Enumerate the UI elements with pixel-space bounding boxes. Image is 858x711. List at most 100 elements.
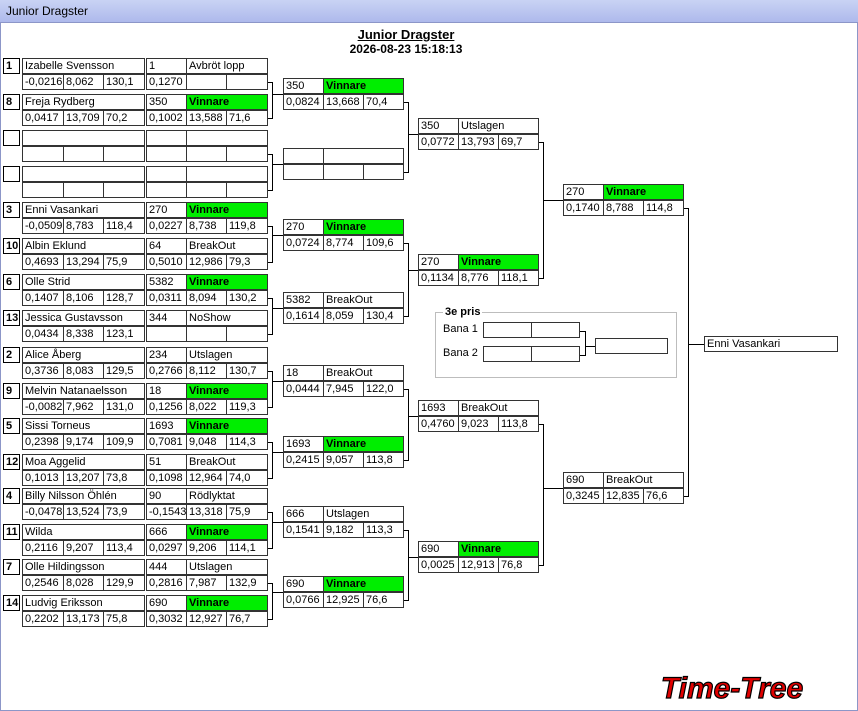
heat-result: Utslagen [323,506,404,522]
speed: 113,8 [363,452,404,468]
racer-name[interactable]: Enni Vasankari [22,202,145,218]
reaction-time: 0,1270 [146,74,187,90]
heat-result: Utslagen [186,347,268,363]
racer-name[interactable] [22,166,145,182]
reaction-time [146,146,187,162]
speed: 109,6 [363,235,404,251]
elapsed-time: 8,059 [323,308,364,324]
speed: 130,7 [226,363,268,379]
seed-number: 8 [3,94,20,110]
racer-name[interactable]: Wilda [22,524,145,540]
final-winner-name: Enni Vasankari [704,336,838,352]
dial-in: 51 [146,454,187,470]
speed: 132,9 [226,575,268,591]
elapsed-time: 9,048 [186,434,227,450]
speed: 128,7 [103,290,145,306]
racer-name[interactable]: Melvin Natanaelsson [22,383,145,399]
logo-text: Time-Tree [661,672,803,705]
elapsed-time [186,326,227,342]
time-tree-logo: Time-Tree [660,671,803,705]
racer-name[interactable] [22,130,145,146]
dial-in: 690 [146,595,187,611]
dial-in [283,148,324,164]
bracket-connector [408,134,418,135]
speed: 109,9 [103,434,145,450]
bracket-connector [543,200,563,201]
speed: 118,1 [498,270,539,286]
reaction-time [146,326,187,342]
dial-in: 350 [418,118,459,134]
bracket-connector [272,522,283,523]
speed: 76,6 [363,592,404,608]
reaction-time: 0,0772 [418,134,459,150]
speed: 130,1 [103,74,145,90]
racer-name[interactable]: Freja Rydberg [22,94,145,110]
reaction-time: 0,1740 [563,200,604,216]
elapsed-time: 12,964 [186,470,227,486]
elapsed-time: 12,913 [458,557,499,573]
speed: 79,3 [226,254,268,270]
dial-in: 18 [146,383,187,399]
page-title: Junior Dragster [357,27,455,42]
racer-name[interactable]: Sissi Torneus [22,418,145,434]
reaction-time: -0,0216 [22,74,64,90]
racer-name[interactable]: Billy Nilsson Öhlén [22,488,145,504]
speed [226,182,268,198]
reaction-time: 0,1002 [146,110,187,126]
dial-in: 690 [563,472,604,488]
speed: 71,6 [226,110,268,126]
bracket-connector [272,94,283,95]
speed: 123,1 [103,326,145,342]
bracket-connector [408,270,418,271]
elapsed-time: 13,318 [186,504,227,520]
dial-in: 1 [146,58,187,74]
racer-name[interactable]: Olle Strid [22,274,145,290]
heat-result: Vinnare [323,436,404,452]
elapsed-time: 9,182 [323,522,364,538]
elapsed-time: 13,668 [323,94,364,110]
elapsed-time: 9,207 [63,540,104,556]
speed: 129,9 [103,575,145,591]
racer-name[interactable]: Ludvig Eriksson [22,595,145,611]
racer-name[interactable]: Olle Hildingsson [22,559,145,575]
elapsed-time: 13,588 [186,110,227,126]
elapsed-time: 13,793 [458,134,499,150]
speed: 76,6 [643,488,684,504]
speed: 129,5 [103,363,145,379]
bracket-connector [408,557,418,558]
racer-name[interactable]: Izabelle Svensson [22,58,145,74]
heat-result: Vinnare [186,94,268,110]
reaction-time: -0,0478 [22,504,64,520]
elapsed-time: 8,094 [186,290,227,306]
racer-name[interactable]: Alice Åberg [22,347,145,363]
dial-in: 18 [283,365,324,381]
speed: 75,9 [103,254,145,270]
reaction-time [283,164,324,180]
dial-in: 350 [146,94,187,110]
racer-name[interactable]: Moa Aggelid [22,454,145,470]
elapsed-time: 13,207 [63,470,104,486]
heat-result [323,148,404,164]
bracket-connector [272,442,273,479]
heat-result: BreakOut [323,292,404,308]
reaction-time: 0,2398 [22,434,64,450]
bracket-connector [272,235,283,236]
elapsed-time [63,146,104,162]
seed-number: 5 [3,418,20,434]
seed-number [3,166,20,182]
speed: 130,4 [363,308,404,324]
heat-result: Vinnare [323,78,404,94]
elapsed-time: 8,112 [186,363,227,379]
seed-number: 13 [3,310,20,326]
dial-in: 666 [146,524,187,540]
elapsed-time: 7,945 [323,381,364,397]
speed: 69,7 [498,134,539,150]
racer-name[interactable]: Albin Eklund [22,238,145,254]
racer-name[interactable]: Jessica Gustavsson [22,310,145,326]
bracket-connector [543,142,544,279]
elapsed-time: 13,524 [63,504,104,520]
reaction-time: 0,0227 [146,218,187,234]
reaction-time: 0,1134 [418,270,459,286]
dial-in: 666 [283,506,324,522]
elapsed-time: 8,062 [63,74,104,90]
